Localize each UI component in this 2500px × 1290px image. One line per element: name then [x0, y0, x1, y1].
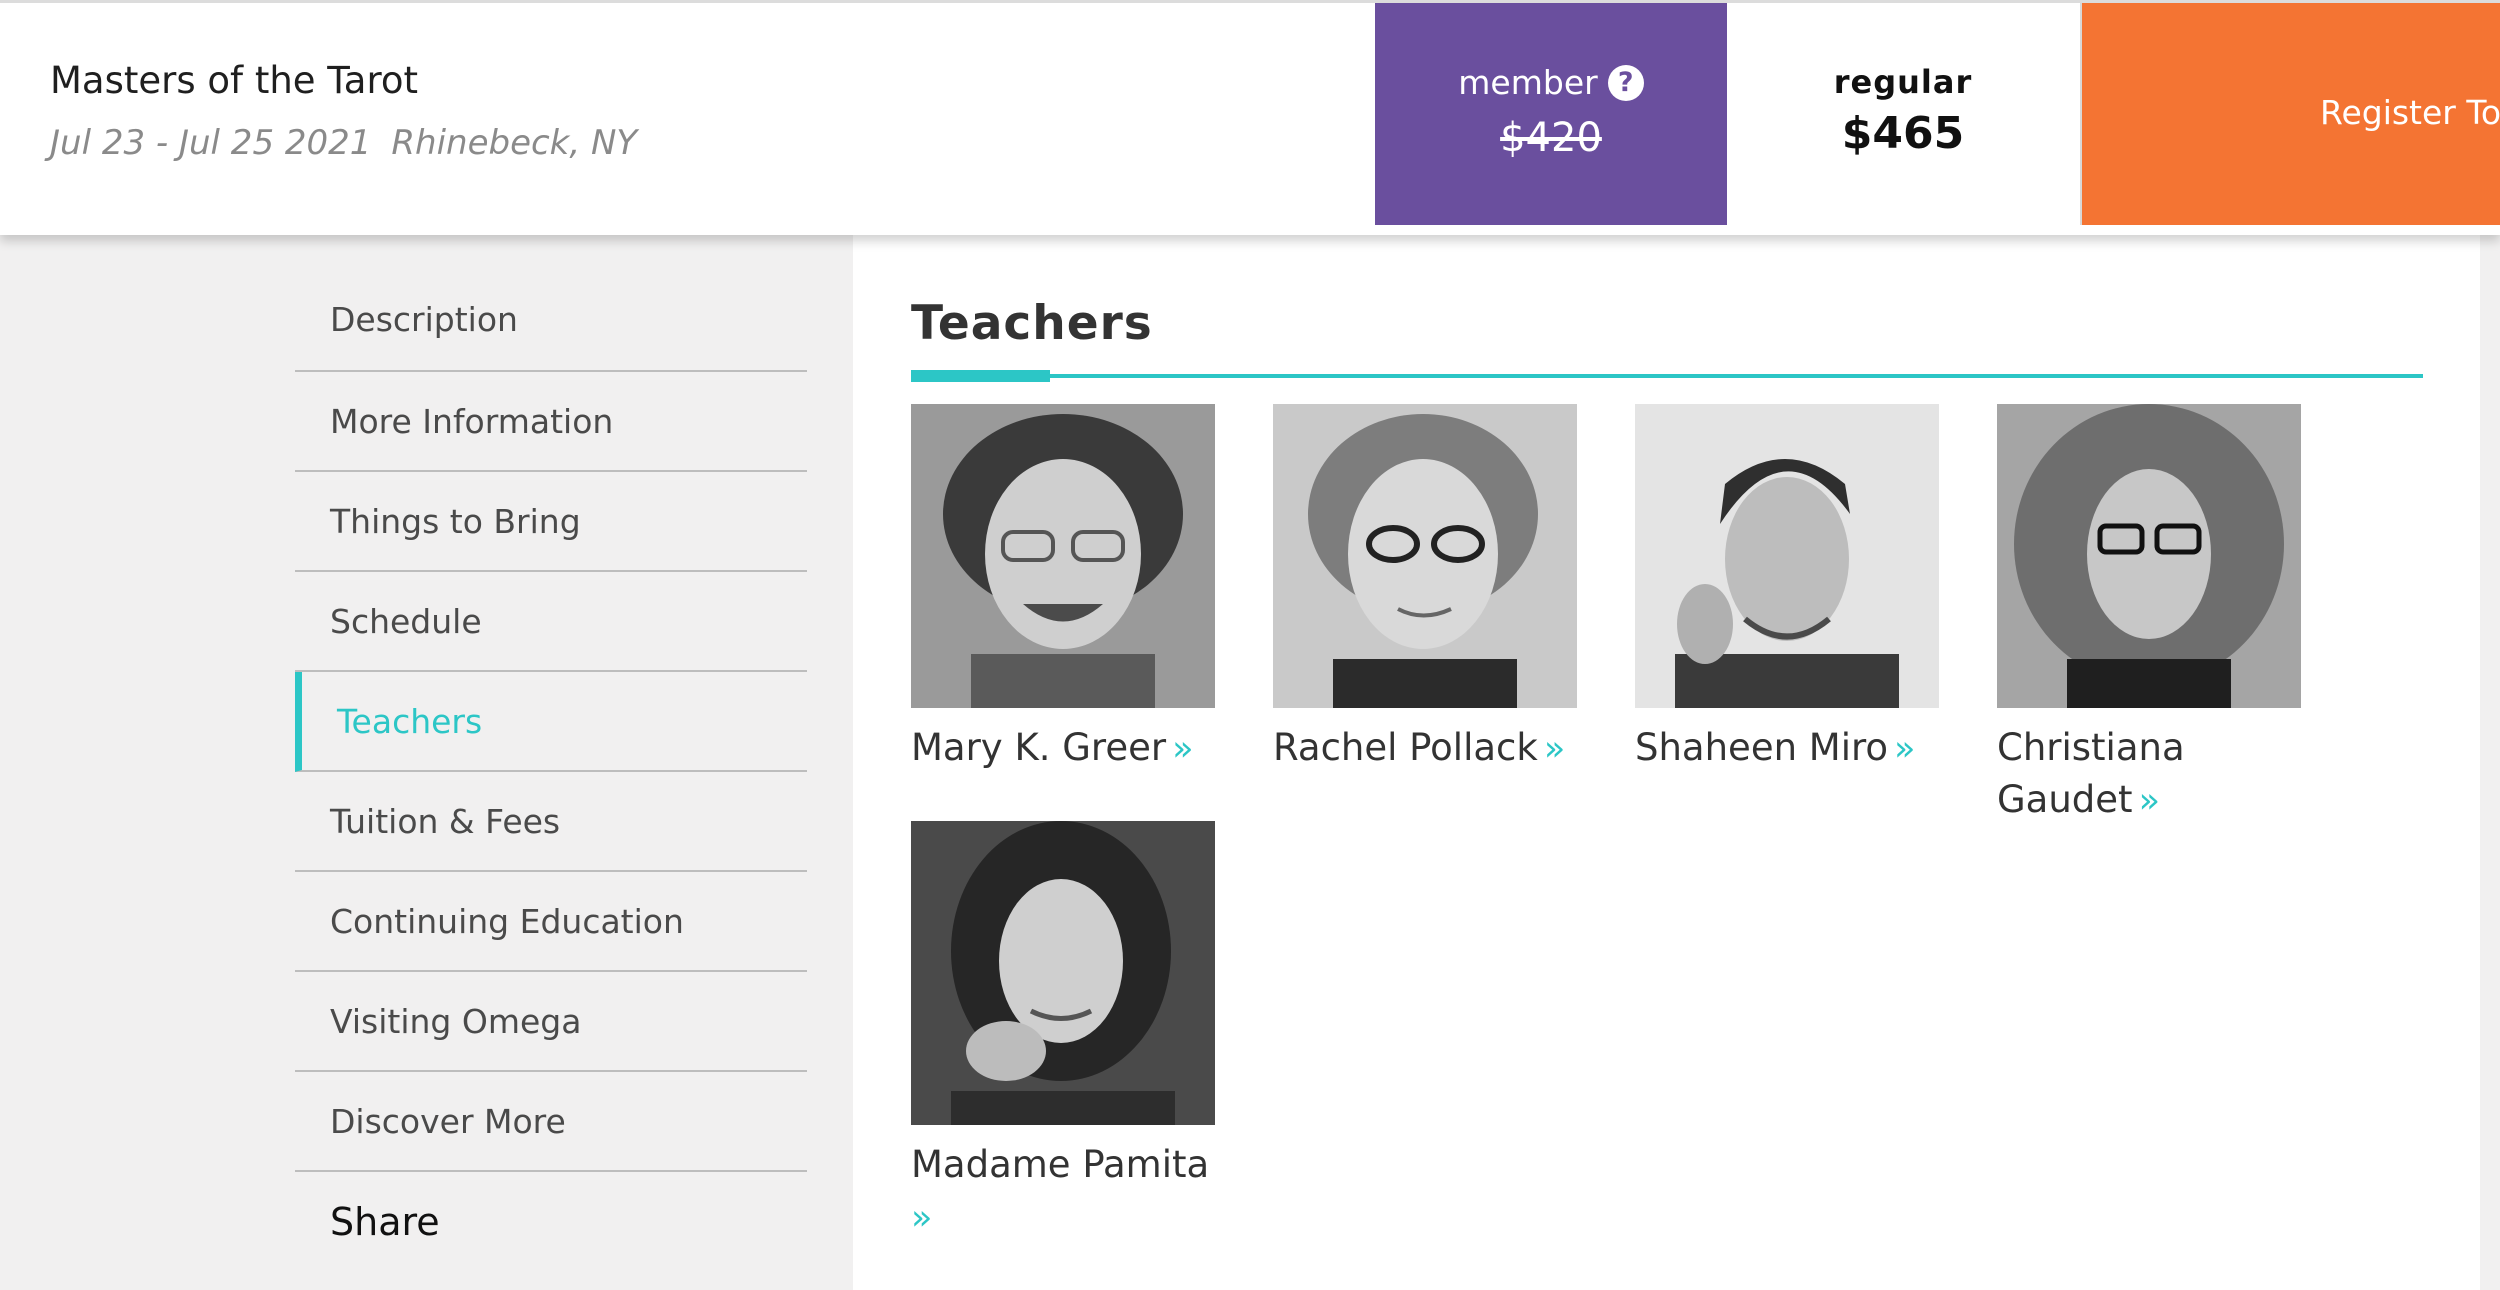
nav-item-tuition-fees[interactable]: Tuition & Fees — [295, 772, 807, 872]
nav-item-schedule[interactable]: Schedule — [295, 572, 807, 672]
teacher-photo[interactable] — [911, 821, 1215, 1125]
teacher-card[interactable]: Rachel Pollack» — [1273, 404, 1577, 775]
nav-item-discover-more[interactable]: Discover More — [295, 1072, 807, 1172]
help-icon[interactable]: ? — [1607, 64, 1644, 101]
teacher-card[interactable]: Shaheen Miro» — [1635, 404, 1939, 775]
event-header: Masters of the Tarot Jul 23 - Jul 25 202… — [0, 0, 2500, 235]
event-title: Masters of the Tarot — [50, 59, 418, 102]
member-label-row: member ? — [1375, 63, 1727, 102]
double-chevron-right-icon: » — [1172, 729, 1194, 769]
section-nav: Description More Information Things to B… — [295, 272, 807, 1272]
nav-item-more-information[interactable]: More Information — [295, 372, 807, 472]
teacher-card[interactable]: Mary K. Greer» — [911, 404, 1215, 775]
regular-price: $465 — [1841, 108, 1965, 159]
regular-price-box: regular $465 — [1727, 3, 2079, 225]
double-chevron-right-icon: » — [911, 1198, 933, 1238]
member-price: $420 — [1500, 115, 1602, 161]
event-dates: Jul 23 - Jul 25 2021 — [50, 123, 372, 163]
teacher-name[interactable]: Shaheen Miro» — [1635, 722, 1939, 775]
nav-item-things-to-bring[interactable]: Things to Bring — [295, 472, 807, 572]
teacher-name[interactable]: Rachel Pollack» — [1273, 722, 1577, 775]
double-chevron-right-icon: » — [1894, 729, 1916, 769]
teacher-photo[interactable] — [1635, 404, 1939, 708]
register-button[interactable]: Register Today — [2080, 3, 2500, 225]
teacher-card[interactable]: Madame Pamita» — [911, 821, 1215, 1244]
teacher-name[interactable]: Madame Pamita» — [911, 1139, 1215, 1244]
nav-item-description[interactable]: Description — [295, 272, 807, 372]
event-dates-location: Jul 23 - Jul 25 2021 Rhinebeck, NY — [50, 123, 637, 163]
nav-item-continuing-education[interactable]: Continuing Education — [295, 872, 807, 972]
teacher-name[interactable]: Mary K. Greer» — [911, 722, 1215, 775]
teacher-photo[interactable] — [1273, 404, 1577, 708]
double-chevron-right-icon: » — [2138, 781, 2160, 821]
event-location: Rhinebeck, NY — [391, 123, 638, 163]
teacher-name[interactable]: Christiana Gaudet» — [1997, 722, 2317, 827]
member-label: member — [1458, 63, 1598, 102]
member-price-box: member ? $420 — [1375, 3, 1727, 225]
nav-item-teachers[interactable]: Teachers — [295, 672, 807, 772]
section-title: Teachers — [911, 296, 1153, 351]
section-title-underline-accent — [911, 370, 1050, 382]
teacher-card[interactable]: Christiana Gaudet» — [1997, 404, 2317, 827]
double-chevron-right-icon: » — [1543, 729, 1566, 769]
share-heading[interactable]: Share — [295, 1172, 807, 1272]
nav-item-visiting-omega[interactable]: Visiting Omega — [295, 972, 807, 1072]
teacher-photo[interactable] — [911, 404, 1215, 708]
regular-label: regular — [1833, 63, 1973, 101]
section-title-underline — [911, 374, 2423, 378]
teacher-photo[interactable] — [1997, 404, 2301, 708]
